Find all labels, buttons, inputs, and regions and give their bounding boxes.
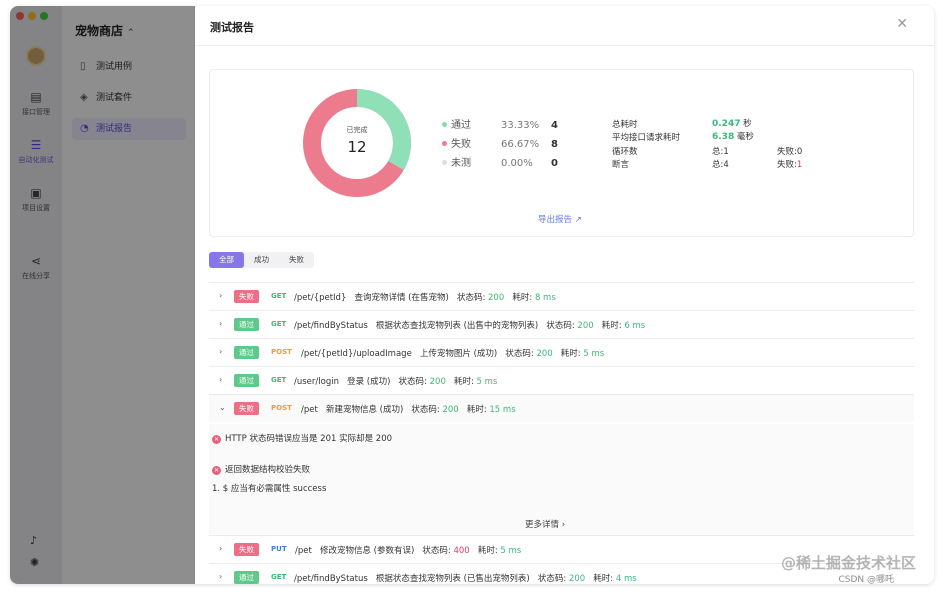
- result-row[interactable]: › 通过 GET /pet/findByStatus 根据状态查找宠物列表 (出…: [209, 310, 914, 338]
- http-method: GET: [271, 292, 287, 300]
- filter-success[interactable]: 成功: [244, 252, 279, 268]
- status-badge: 失败: [234, 290, 259, 303]
- http-method: GET: [271, 376, 287, 384]
- legend-pass: 通过 33.33% 4: [442, 116, 558, 131]
- filter-all[interactable]: 全部: [209, 252, 244, 268]
- chevron-right-icon[interactable]: ›: [219, 572, 222, 581]
- status-badge: 通过: [234, 374, 259, 387]
- chevron-right-icon[interactable]: ›: [219, 319, 222, 328]
- chevron-right-icon[interactable]: ›: [219, 347, 222, 356]
- modal-header: 测试报告 ✕: [195, 6, 934, 46]
- filter-fail[interactable]: 失败: [279, 252, 314, 268]
- bell-icon[interactable]: ♪: [30, 534, 37, 547]
- stat-total-time-label: 总耗时: [612, 120, 638, 130]
- legend-fail: 失败 66.67% 8: [442, 135, 558, 150]
- status-badge: 失败: [234, 402, 259, 415]
- export-report-link[interactable]: 导出报告 ↗: [538, 213, 582, 225]
- modal-title: 测试报告: [210, 21, 254, 34]
- stat-assert-total: 总:4: [712, 160, 729, 170]
- error-detail: 1. $ 应当有必需属性 success: [212, 484, 327, 494]
- watermark: @稀土掘金技术社区: [780, 554, 916, 572]
- stat-loop-fail: 失败:0: [777, 147, 803, 157]
- status-badge: 失败: [234, 543, 259, 556]
- chevron-down-icon[interactable]: ⌄: [219, 403, 226, 412]
- donut-center: 已完成 12: [346, 126, 368, 156]
- summary-card: 已完成 12 通过 33.33% 4 失败 66.67% 8 未测 0.00% 0 总耗时 …: [209, 69, 914, 237]
- result-row[interactable]: › 通过 POST /pet/{petId}/uploadImage 上传宠物图…: [209, 338, 914, 366]
- gear-icon[interactable]: ✺: [30, 556, 39, 569]
- chevron-right-icon[interactable]: ›: [219, 544, 222, 553]
- watermark-sub: CSDN @哪吒: [838, 575, 894, 585]
- stat-assert-label: 断言: [612, 160, 630, 170]
- app-window: ▤ 接口管理 ☰ 自动化测试 ▣ 项目设置 ⋖ 在线分享 宠物商店 ⌃ ▯ 测试用例…: [10, 6, 934, 584]
- legend-untested: 未测 0.00% 0: [442, 154, 558, 169]
- http-method: PUT: [271, 545, 287, 553]
- result-row-expanded[interactable]: ⌄ 失败 POST /pet 新建宠物信息 (成功) 状态码: 200 耗时: …: [209, 394, 914, 422]
- stat-assert-fail: 失败:1: [777, 160, 803, 170]
- modal-backdrop[interactable]: [10, 6, 195, 584]
- status-badge: 通过: [234, 318, 259, 331]
- stat-loop-label: 循环数: [612, 147, 638, 157]
- error-icon: ✕: [212, 466, 221, 475]
- close-icon[interactable]: ✕: [896, 16, 908, 32]
- status-badge: 通过: [234, 571, 259, 584]
- result-row[interactable]: › 失败 GET /pet/{petId} 查询宠物详情 (在售宠物) 状态码:…: [209, 282, 914, 310]
- stat-avg-value: 6.38 毫秒: [712, 132, 754, 142]
- result-row[interactable]: › 通过 GET /user/login 登录 (成功) 状态码: 200 耗时…: [209, 366, 914, 394]
- stat-loop-total: 总:1: [712, 147, 729, 157]
- error-message: ✕ 返回数据结构校验失败: [212, 465, 311, 475]
- stat-total-time-value: 0.247 秒: [712, 119, 752, 129]
- http-method: POST: [271, 348, 292, 356]
- status-badge: 通过: [234, 346, 259, 359]
- http-method: POST: [271, 404, 292, 412]
- http-method: GET: [271, 573, 287, 581]
- error-message: ✕ HTTP 状态码错误应当是 201 实际却是 200: [212, 434, 393, 444]
- chevron-right-icon[interactable]: ›: [219, 291, 222, 300]
- error-icon: ✕: [212, 435, 221, 444]
- stat-avg-label: 平均接口请求耗时: [612, 133, 681, 143]
- test-report-modal: 测试报告 ✕ 已完成 12 通过 33.33% 4 失败 66.67% 8 未测 0.00…: [195, 6, 934, 584]
- chevron-right-icon[interactable]: ›: [219, 375, 222, 384]
- more-details-link[interactable]: 更多详情 ›: [525, 518, 565, 530]
- result-filter-tabs: 全部 成功 失败: [209, 252, 314, 268]
- http-method: GET: [271, 320, 287, 328]
